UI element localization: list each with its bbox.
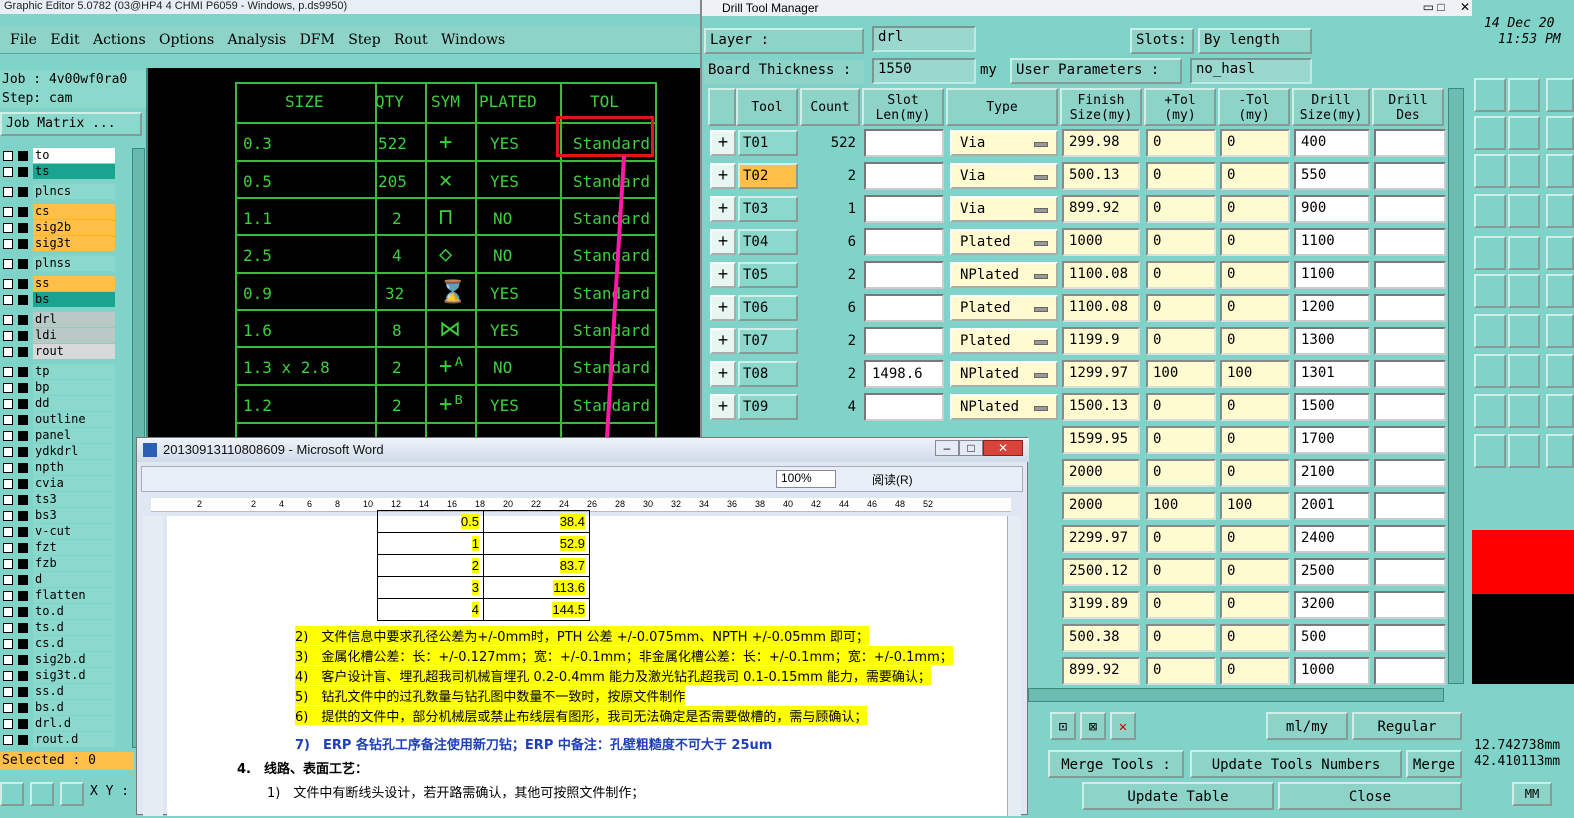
word-window-controls: – □ ✕ [935, 440, 1023, 456]
cell-text: 2 [471, 558, 479, 573]
cell-text: 83.7 [559, 558, 585, 573]
ruler-number: 8 [335, 499, 341, 509]
ruler-number: 2 [251, 499, 257, 509]
ruler-number: 40 [783, 499, 794, 509]
ruler-number: 14 [419, 499, 430, 509]
cell-text: 144.5 [552, 602, 585, 617]
data-table: 0.5 38.4 1 52.9 2 83.7 3 113.6 4 144.5 [377, 510, 590, 621]
word-toolbar: 100% 阅读(R) [141, 466, 1023, 492]
ruler-number: 20 [503, 499, 514, 509]
doc-line: 7) ERP 各钻孔工序备注使用新刀钻；ERP 中备注：孔壁粗糙度不可大于 25… [295, 738, 773, 753]
word-maximize-icon[interactable]: □ [959, 440, 983, 456]
doc-line: 4) 客户设计盲、埋孔超我司机械盲埋孔 0.2-0.4mm 能力及激光钻孔超我司… [295, 666, 931, 685]
cell-text: 3 [471, 580, 479, 595]
word-minimize-icon[interactable]: – [935, 440, 959, 456]
cell-text: 0.5 [460, 514, 479, 529]
ruler-number: 12 [391, 499, 402, 509]
cell-text: 4 [471, 602, 479, 617]
ruler-number: 36 [727, 499, 738, 509]
table-cell: 1 [377, 532, 484, 555]
ruler-number: 42 [811, 499, 822, 509]
doc-line: 2) 文件信息中要求孔径公差为+/-0mm时，PTH 公差 +/-0.075mm… [295, 626, 870, 645]
ruler-number: 22 [531, 499, 542, 509]
ruler-number: 2 [197, 499, 203, 509]
ruler-number: 48 [895, 499, 906, 509]
table-cell: 83.7 [483, 554, 590, 577]
cell-text: 1 [471, 536, 479, 551]
cell-text: 113.6 [553, 580, 585, 595]
table-cell: 52.9 [483, 532, 590, 555]
doc-line: 4. 线路、表面工艺： [237, 762, 368, 777]
table-cell: 4 [377, 598, 484, 621]
word-window: 20130913110808609 - Microsoft Word – □ ✕ 1… [136, 437, 1029, 816]
ruler-number: 52 [923, 499, 934, 509]
zoom-select[interactable]: 100% [776, 470, 836, 488]
doc-line: 1) 文件中有断线头设计，若开路需确认，其他可按照文件制作； [267, 786, 645, 801]
ruler-number: 6 [307, 499, 313, 509]
ruler-number: 46 [867, 499, 878, 509]
ruler-number: 4 [279, 499, 285, 509]
table-cell: 113.6 [483, 576, 590, 599]
word-scrollbar[interactable] [1007, 516, 1021, 816]
word-vertical-ruler [143, 516, 163, 816]
ruler-number: 26 [587, 499, 598, 509]
ruler-number: 34 [699, 499, 710, 509]
ruler-number: 18 [475, 499, 486, 509]
word-title: 20130913110808609 - Microsoft Word [137, 438, 1029, 462]
word-app-icon [143, 443, 157, 457]
table-cell: 3 [377, 576, 484, 599]
doc-line: 3) 金属化槽公差：长：+/-0.127mm；宽：+/-0.1mm；非金属化槽公… [295, 646, 953, 665]
table-cell: 0.5 [377, 510, 484, 533]
ruler-number: 44 [839, 499, 850, 509]
table-cell: 144.5 [483, 598, 590, 621]
doc-line: 6) 提供的文件中，部分机械层或禁止布线层有图形，我司无法确定是否需要做槽的，需… [295, 706, 868, 725]
ruler-number: 38 [755, 499, 766, 509]
doc-line: 5) 钻孔文件中的过孔数量与钻孔图中数量不一致时，按原文件制作 [295, 686, 686, 705]
table-cell: 2 [377, 554, 484, 577]
table-cell: 38.4 [483, 510, 590, 533]
ruler-number: 28 [615, 499, 626, 509]
word-close-icon[interactable]: ✕ [983, 440, 1023, 456]
ruler-number: 16 [447, 499, 458, 509]
cell-text: 38.4 [559, 514, 585, 529]
ruler-number: 24 [559, 499, 570, 509]
ruler-number: 10 [363, 499, 374, 509]
cell-text: 52.9 [559, 536, 585, 551]
document-page[interactable]: 0.5 38.4 1 52.9 2 83.7 3 113.6 4 144.5 2) 文件信息中要求孔… [167, 510, 1007, 816]
reading-button[interactable]: 阅读(R) [872, 471, 913, 488]
ruler-number: 32 [671, 499, 682, 509]
ruler-number: 30 [643, 499, 654, 509]
